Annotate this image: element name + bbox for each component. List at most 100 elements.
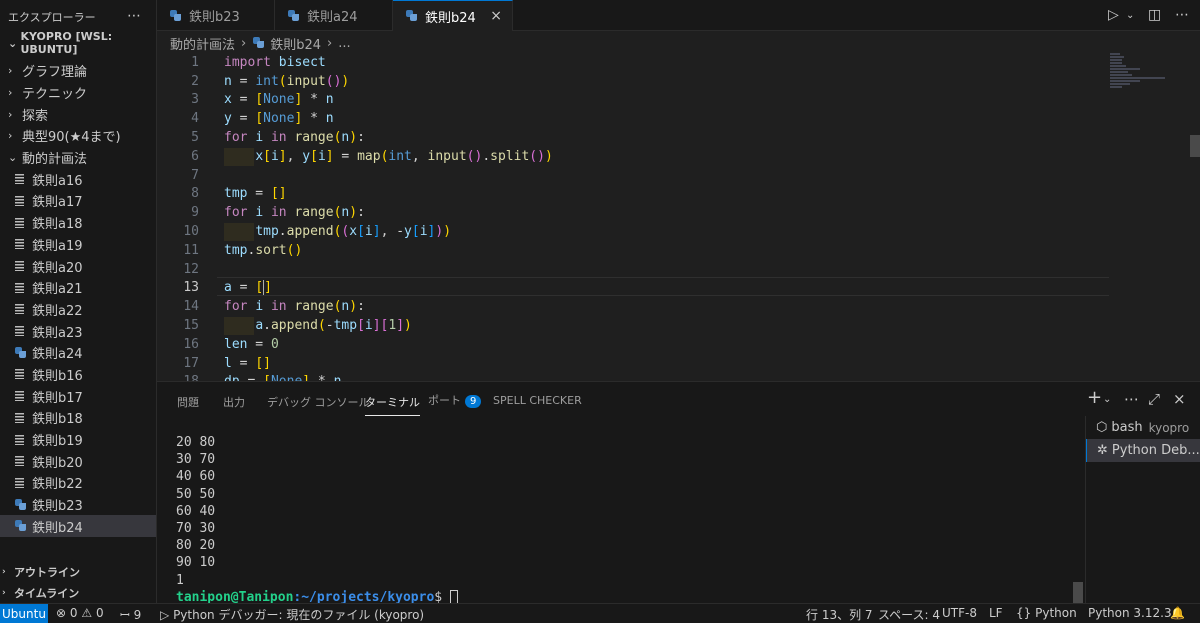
file-tree[interactable]: › グラフ理論 › テクニック › 探索 › 典型90(★4まで) ⌄ 動的計画法 鉄則a16 鉄則… [0, 52, 156, 540]
file-item[interactable]: 鉄則a22 [0, 299, 156, 321]
file-item[interactable]: 鉄則b19 [0, 429, 156, 451]
file-item[interactable]: 鉄則b23 [0, 494, 156, 516]
code-line: 17 l = [] [157, 354, 1200, 373]
code-line: 18dp = [None] * n [157, 373, 1200, 381]
file-item[interactable]: 鉄則a16 [0, 168, 156, 190]
language-status[interactable]: {} Python [1016, 606, 1077, 620]
code-line: 3 x = [None] * n [157, 91, 1200, 110]
workspace-root[interactable]: ⌄ KYOPRO [WSL: UBUNTU] [0, 30, 156, 56]
close-icon[interactable]: × [1173, 390, 1186, 408]
editor-scrollbar[interactable] [1190, 135, 1200, 157]
tab-output[interactable]: 出力 [223, 394, 245, 410]
file-item[interactable]: 鉄則b24 [0, 515, 156, 538]
maximize-panel-icon[interactable]: ⤢ [1148, 390, 1160, 408]
text-file-icon [14, 260, 28, 272]
terminal-line: 20 80 [176, 435, 216, 450]
run-icon[interactable]: ▷ [1108, 7, 1119, 23]
tab-b24[interactable]: 鉄則b24 × [393, 0, 513, 31]
chevron-down-icon[interactable]: ⌄ [1103, 394, 1111, 405]
chevron-right-icon: › [2, 566, 6, 577]
folder-item[interactable]: › 探索 [0, 103, 156, 125]
file-item[interactable]: 鉄則a18 [0, 212, 156, 234]
tab-b23[interactable]: 鉄則b23 [157, 0, 275, 31]
interpreter-status[interactable]: Python 3.12.3 [1088, 606, 1172, 620]
file-item[interactable]: 鉄則a21 [0, 277, 156, 299]
debug-status[interactable]: ▷ Python デバッガー: 現在のファイル (kyopro) [160, 606, 424, 623]
chevron-down-icon[interactable]: ⌄ [1126, 10, 1134, 21]
warning-count: 0 [95, 606, 104, 620]
debug-icon: ▷ [160, 608, 170, 622]
folder-item[interactable]: ⌄ 動的計画法 [0, 147, 156, 169]
ports-status[interactable]: ꟷ 9 [120, 606, 141, 623]
tab-spell-checker[interactable]: SPELL CHECKER [493, 394, 582, 407]
text-file-icon [14, 282, 28, 294]
file-item[interactable]: 鉄則a23 [0, 320, 156, 342]
code-text: import bisect [224, 54, 326, 70]
tab-debug-console[interactable]: デバッグ コンソール [267, 394, 370, 410]
file-item[interactable]: 鉄則b17 [0, 385, 156, 407]
timeline-section[interactable]: › タイムライン [0, 582, 156, 603]
file-item[interactable]: 鉄則b22 [0, 472, 156, 494]
notifications-icon[interactable]: 🔔 [1170, 606, 1185, 620]
chevron-right-icon: › [8, 107, 13, 121]
breadcrumb-file[interactable]: 鉄則b24 [270, 34, 321, 53]
file-item[interactable]: 鉄則a17 [0, 190, 156, 212]
line-number: 6 [191, 148, 199, 164]
code-line: 15 a.append(-tmp[i][1]) [157, 316, 1200, 335]
close-icon[interactable]: × [490, 8, 502, 24]
terminal-line: 30 70 [176, 452, 216, 468]
line-number: 15 [183, 318, 199, 334]
minimap[interactable] [1110, 53, 1190, 103]
terminal-scrollbar[interactable] [1073, 582, 1083, 603]
breadcrumb-folder[interactable]: 動的計画法 [170, 34, 235, 53]
terminal-line: 80 20 [176, 538, 216, 554]
tab-terminal[interactable]: ターミナル [365, 394, 420, 416]
file-label: 鉄則b16 [32, 368, 83, 384]
debug-label: Python デバッガー: 現在のファイル (kyopro) [173, 608, 425, 622]
breadcrumb-more[interactable]: ... [338, 36, 350, 51]
tab-problems[interactable]: 問題 [177, 394, 199, 410]
split-editor-icon[interactable]: ◫ [1148, 7, 1161, 23]
code-text: n = int(input()) [224, 73, 350, 89]
code-line: 9 for i in range(n): [157, 203, 1200, 222]
code-text: tmp.append((x[i], -y[i])) [255, 224, 452, 240]
code-text: a = [] [224, 280, 272, 296]
problems-status[interactable]: ⊗ 0 ⚠ 0 [56, 606, 104, 620]
eol-status[interactable]: LF [989, 606, 1003, 620]
folder-item[interactable]: › 典型90(★4まで) [0, 125, 156, 147]
more-actions-icon[interactable]: ⋯ [127, 8, 142, 24]
file-label: 鉄則a19 [32, 238, 83, 254]
python-file-icon [14, 519, 28, 533]
python-file-icon [405, 9, 419, 23]
warning-icon: ⚠ [81, 606, 93, 620]
language-label: Python [1035, 606, 1077, 620]
outline-section[interactable]: › アウトライン [0, 561, 156, 582]
folder-item[interactable]: › グラフ理論 [0, 60, 156, 82]
cursor-position[interactable]: 行 13、列 7 [806, 606, 873, 623]
file-item[interactable]: 鉄則a24 [0, 342, 156, 364]
explorer-sidebar: エクスプローラー ⋯ ⌄ KYOPRO [WSL: UBUNTU] › グラフ理論… [0, 0, 157, 603]
indentation-status[interactable]: スペース: 4 [878, 606, 940, 623]
terminal-item-bash[interactable]: ⬡ bash kyopro [1086, 416, 1200, 439]
code-editor[interactable]: 1 import bisect 2 n = int(input()) 3 x = [N… [157, 53, 1200, 381]
file-item[interactable]: 鉄則b16 [0, 364, 156, 386]
python-file-icon [14, 346, 28, 360]
tab-a24[interactable]: 鉄則a24 [275, 0, 393, 31]
file-item[interactable]: 鉄則b20 [0, 450, 156, 472]
more-actions-icon[interactable]: ⋯ [1175, 7, 1189, 23]
encoding-status[interactable]: UTF-8 [942, 606, 977, 620]
add-terminal-icon[interactable]: + [1087, 387, 1102, 408]
file-item[interactable]: 鉄則a19 [0, 234, 156, 256]
python-file-icon [14, 498, 28, 512]
tab-ports[interactable]: ポート 9 [428, 392, 482, 408]
folder-item[interactable]: › テクニック [0, 82, 156, 104]
terminal-output[interactable]: 20 80 30 70 40 60 50 50 60 40 70 30 80 20 90 10… [176, 434, 458, 606]
file-item[interactable]: 鉄則a20 [0, 255, 156, 277]
more-actions-icon[interactable]: ⋯ [1124, 390, 1139, 408]
chevron-right-icon: › [8, 86, 13, 100]
terminal-item-python-debug[interactable]: ✲ Python Deb... [1086, 439, 1200, 462]
remote-indicator[interactable]: Ubuntu [0, 604, 48, 623]
terminal-line: 90 10 [176, 555, 216, 571]
line-number: 12 [183, 261, 199, 277]
file-item[interactable]: 鉄則b18 [0, 407, 156, 429]
